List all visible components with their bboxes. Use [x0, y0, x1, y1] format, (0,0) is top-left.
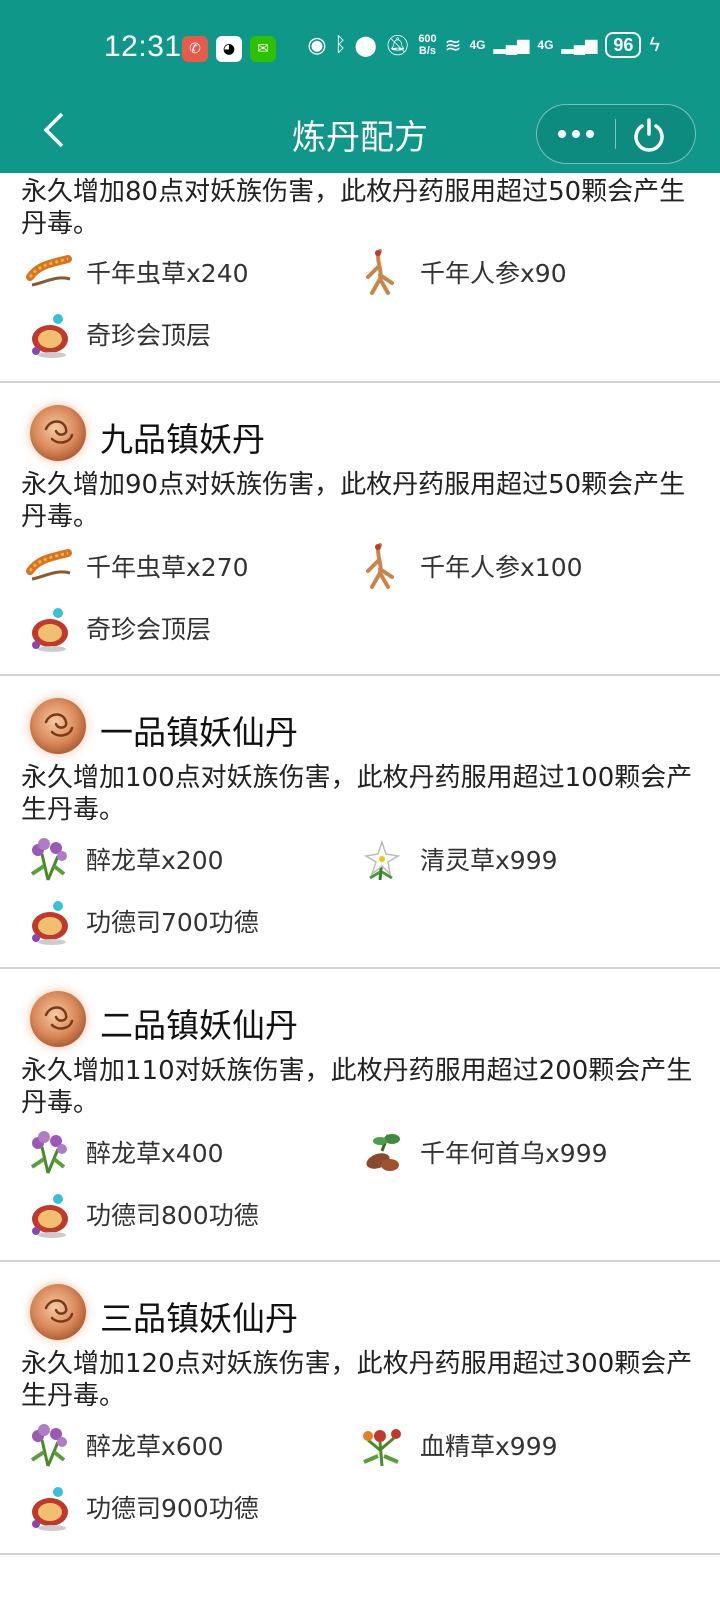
zuilong-herb-icon [24, 1420, 76, 1470]
more-dot [572, 130, 580, 138]
mini-program-capsule [536, 104, 696, 164]
recipe-name: 三品镇妖仙丹 [100, 1299, 298, 1338]
material-item: 千年人参x100 [358, 543, 583, 589]
signal-bars-icon: ▂▄▆ [493, 37, 530, 54]
material-label: 醉龙草x600 [86, 1432, 224, 1461]
recipe-name: 一品镇妖仙丹 [100, 713, 298, 752]
material-label: 功德司800功德 [86, 1201, 259, 1230]
caterpillar-fungus-icon [24, 247, 76, 297]
material-label: 醉龙草x400 [86, 1139, 224, 1168]
missed-call-icon: ✆ [182, 36, 208, 62]
eye-comfort-icon: ◉ [307, 32, 327, 57]
close-button[interactable] [631, 117, 667, 153]
material-item: 清灵草x999 [358, 836, 558, 882]
recipe-card: 三品镇妖仙丹 永久增加120点对妖族伤害，此枚丹药服用超过300颗会产生丹毒。 … [0, 1262, 720, 1555]
zuilong-herb-icon [24, 834, 76, 884]
more-dot [586, 130, 594, 138]
recipe-desc: 永久增加80点对妖族伤害，此枚丹药服用超过50颗会产生丹毒。 [21, 177, 686, 239]
material-item: 功德司900功德 [24, 1482, 259, 1532]
ginseng-icon [358, 541, 410, 591]
material-label: 功德司900功德 [86, 1494, 259, 1523]
material-item: 醉龙草x400 [24, 1129, 224, 1175]
ginseng-icon [358, 247, 410, 297]
xuejing-herb-icon [358, 1420, 410, 1470]
status-bar: 12:31 ✆ ◕ ✉ ◉ ᛒ ⬤ 🔕︎ 600 B/s ≋ 4G ▂▄▆ 4G… [0, 0, 720, 96]
charging-icon: ϟ [649, 33, 660, 56]
recipe-desc: 永久增加110对妖族伤害，此枚丹药服用超过200颗会产生丹毒。 [21, 1056, 693, 1118]
net-speed: 600 B/s [418, 33, 436, 57]
status-right: ◉ ᛒ ⬤ 🔕︎ 600 B/s ≋ 4G ▂▄▆ 4G ▂▄▆ 96 ϟ [307, 32, 660, 58]
material-label: 千年人参x100 [420, 553, 583, 582]
recipe-card: 一品镇妖仙丹 永久增加100点对妖族伤害，此枚丹药服用超过100颗会产生丹毒。 … [0, 676, 720, 969]
more-button[interactable] [537, 105, 615, 163]
bluetooth-icon: ᛒ [334, 33, 347, 56]
recipe-card-partial: 永久增加80点对妖族伤害，此枚丹药服用超过50颗会产生丹毒。 千年虫草x240 … [0, 173, 720, 383]
material-label: 千年何首乌x999 [420, 1139, 608, 1168]
battery-level: 96 [605, 32, 642, 58]
treasure-pavilion-icon [24, 603, 76, 653]
recipe-name: 九品镇妖丹 [100, 420, 265, 459]
material-label: 清灵草x999 [420, 846, 558, 875]
material-item: 功德司800功德 [24, 1189, 259, 1239]
material-label: 奇珍会顶层 [86, 615, 212, 644]
material-label: 千年虫草x240 [86, 259, 249, 288]
power-icon [634, 118, 664, 152]
material-item: 奇珍会顶层 [24, 309, 212, 359]
material-item: 醉龙草x600 [24, 1422, 224, 1468]
mute-icon: 🔕︎ [384, 34, 411, 57]
material-item: 功德司700功德 [24, 896, 259, 946]
net-speed-value: 600 [418, 33, 437, 45]
qingling-herb-icon [358, 834, 410, 884]
recipe-card: 九品镇妖丹 永久增加90点对妖族伤害，此枚丹药服用超过50颗会产生丹毒。 千年虫… [0, 383, 720, 676]
wechat-icon: ✉ [250, 36, 276, 62]
more-dot [558, 130, 566, 138]
material-item: 千年虫草x270 [24, 543, 249, 589]
material-label: 醉龙草x200 [86, 846, 224, 875]
material-item: 千年何首乌x999 [358, 1129, 608, 1175]
material-label: 奇珍会顶层 [86, 321, 212, 350]
capsule-divider [615, 119, 616, 149]
elixir-pill-icon [30, 405, 86, 461]
material-item: 千年虫草x240 [24, 249, 249, 295]
zuilong-herb-icon [24, 1127, 76, 1177]
material-label: 千年人参x90 [420, 259, 567, 288]
elixir-pill-icon [30, 1284, 86, 1340]
material-label: 血精草x999 [420, 1432, 558, 1461]
treasure-pavilion-icon [24, 1482, 76, 1532]
treasure-pavilion-icon [24, 1189, 76, 1239]
material-item: 醉龙草x200 [24, 836, 224, 882]
material-item: 血精草x999 [358, 1422, 558, 1468]
recipe-name: 二品镇妖仙丹 [100, 1006, 298, 1045]
elixir-pill-icon [30, 991, 86, 1047]
recipe-card: 二品镇妖仙丹 永久增加110对妖族伤害，此枚丹药服用超过200颗会产生丹毒。 醉… [0, 969, 720, 1262]
recipe-desc: 永久增加90点对妖族伤害，此枚丹药服用超过50颗会产生丹毒。 [21, 470, 686, 532]
signal-bars-icon: ▂▄▆ [561, 37, 598, 54]
signal-1: 4G [469, 38, 486, 52]
app-header: 12:31 ✆ ◕ ✉ ◉ ᛒ ⬤ 🔕︎ 600 B/s ≋ 4G ▂▄▆ 4G… [0, 0, 720, 173]
material-item: 千年人参x90 [358, 249, 567, 295]
nav-bar: 炼丹配方 [0, 96, 720, 173]
treasure-pavilion-icon [24, 896, 76, 946]
material-label: 功德司700功德 [86, 908, 259, 937]
elixir-pill-icon [30, 698, 86, 754]
signal-2: 4G [537, 38, 554, 52]
status-time: 12:31 [104, 30, 182, 63]
recipe-desc: 永久增加120点对妖族伤害，此枚丹药服用超过300颗会产生丹毒。 [21, 1349, 693, 1411]
card-divider [0, 1553, 720, 1555]
recipe-list[interactable]: 永久增加80点对妖族伤害，此枚丹药服用超过50颗会产生丹毒。 千年虫草x240 … [0, 173, 720, 1600]
treasure-pavilion-icon [24, 309, 76, 359]
heshouwu-icon [358, 1127, 410, 1177]
material-item: 奇珍会顶层 [24, 603, 212, 653]
material-label: 千年虫草x270 [86, 553, 249, 582]
location-icon: ⬤ [354, 34, 377, 57]
qq-icon: ◕ [216, 36, 242, 62]
recipe-desc: 永久增加100点对妖族伤害，此枚丹药服用超过100颗会产生丹毒。 [21, 763, 693, 825]
wifi-icon: ≋ [444, 34, 462, 57]
caterpillar-fungus-icon [24, 541, 76, 591]
net-speed-unit: B/s [418, 45, 437, 57]
